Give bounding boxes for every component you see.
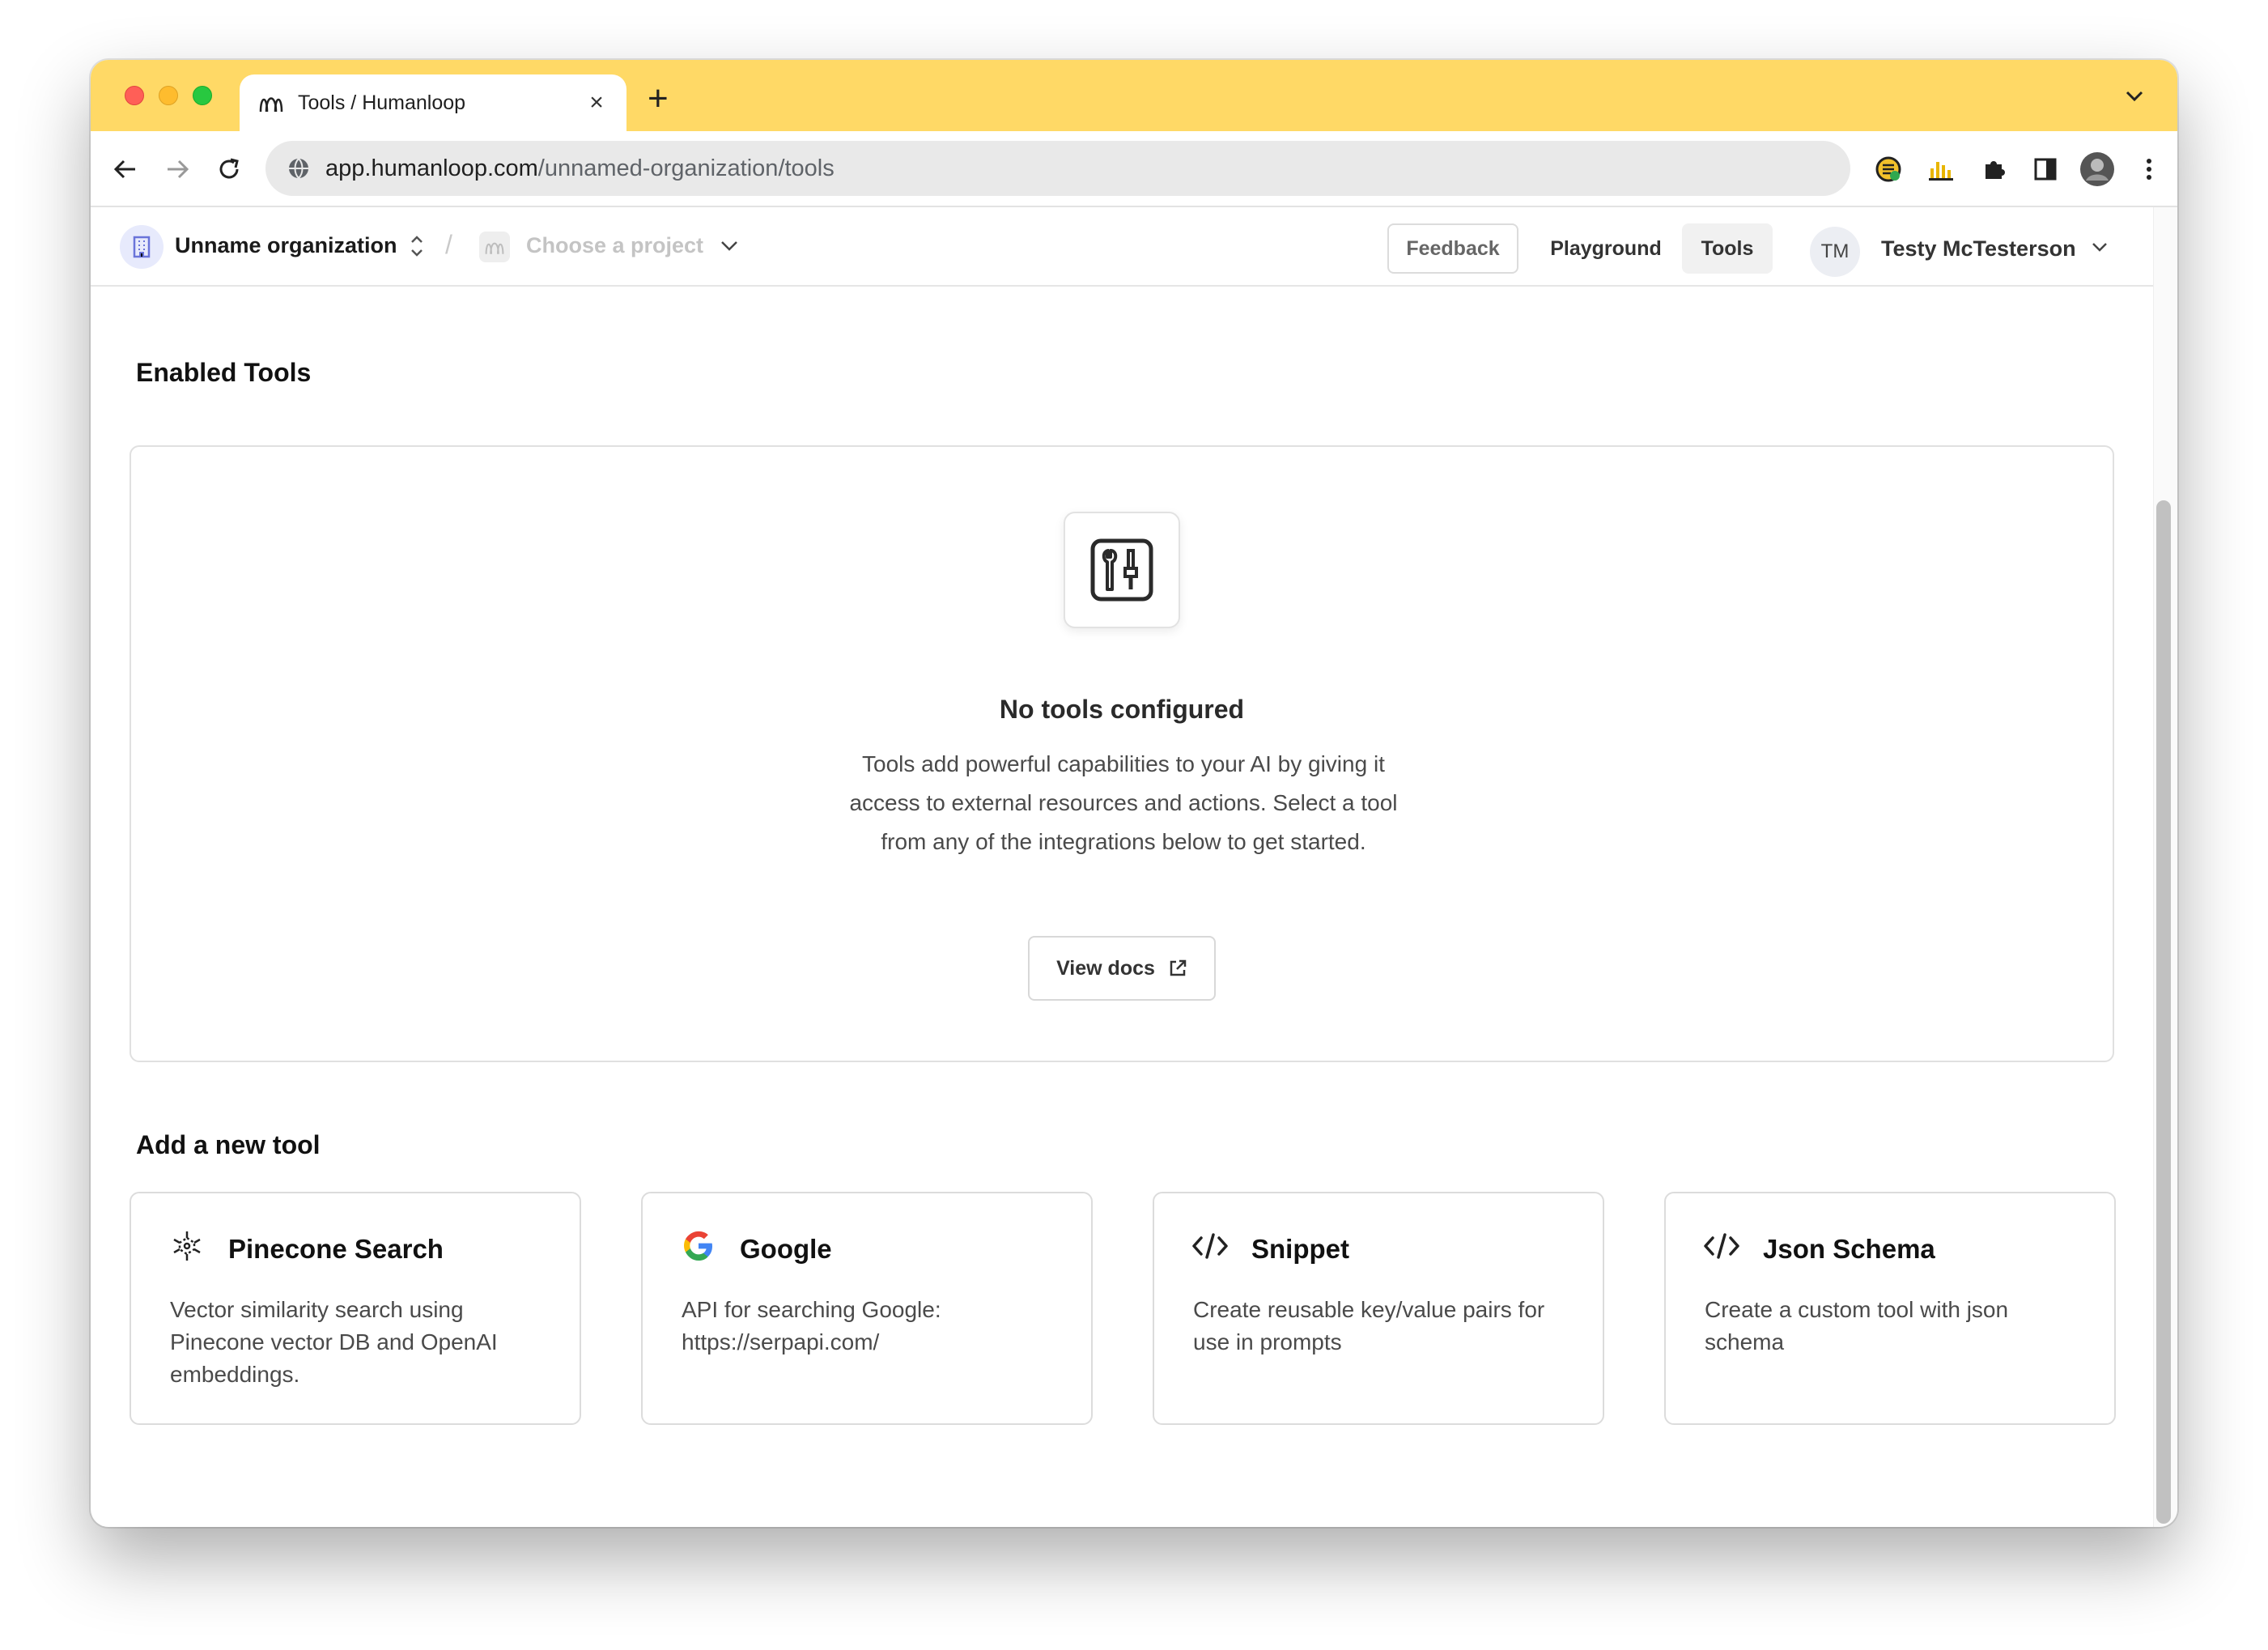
code-icon <box>1703 1227 1740 1265</box>
tab-strip: Tools / Humanloop × + <box>91 60 2177 131</box>
puzzle-icon <box>1986 161 2005 179</box>
url-path: /unnamed-organization/tools <box>537 155 835 181</box>
side-panel-button[interactable] <box>2027 151 2064 188</box>
code-brackets-svg <box>1704 1233 1739 1259</box>
window-controls <box>125 86 212 105</box>
minimize-window-button[interactable] <box>159 86 178 105</box>
tools-wrench-screwdriver-icon <box>1090 538 1153 602</box>
external-link-icon <box>1170 959 1187 976</box>
tool-description: Create reusable key/value pairs for use … <box>1193 1297 1545 1354</box>
url-host: app.humanloop.com <box>325 155 538 181</box>
site-info-icon[interactable] <box>287 156 311 181</box>
view-docs-label: View docs <box>1056 956 1155 980</box>
tool-name: Json Schema <box>1763 1234 1935 1264</box>
screenshot-stage: Tools / Humanloop × + app.humanloop.com … <box>0 0 2268 1650</box>
bar-chart-icon <box>1929 162 1953 181</box>
profile-button[interactable] <box>2079 151 2116 188</box>
back-arrow-icon <box>113 159 135 179</box>
tool-description: API for searching Google: https://serpap… <box>682 1297 941 1354</box>
tool-card-snippet[interactable]: Snippet Create reusable key/value pairs … <box>1153 1192 1604 1425</box>
tool-name: Google <box>740 1234 832 1264</box>
profile-avatar-icon <box>2080 152 2114 186</box>
feedback-button[interactable]: Feedback <box>1387 223 1518 274</box>
add-tool-heading: Add a new tool <box>136 1130 321 1159</box>
breadcrumb-separator: / <box>445 230 452 259</box>
empty-state-description: Tools add powerful capabilities to your … <box>849 751 1398 854</box>
humanloop-favicon-icon <box>259 97 283 113</box>
reload-button[interactable] <box>210 151 248 188</box>
tool-card-pinecone[interactable]: Pinecone Search Vector similarity search… <box>130 1192 581 1425</box>
tool-card-json-schema[interactable]: Json Schema Create a custom tool with js… <box>1664 1192 2116 1425</box>
user-menu-chevron-icon[interactable] <box>2090 240 2109 254</box>
chevron-up-down-icon[interactable] <box>408 232 426 261</box>
code-brackets-svg <box>1192 1233 1228 1259</box>
google-icon <box>680 1227 717 1265</box>
browser-menu-button[interactable] <box>2130 151 2168 188</box>
extension-badge-icon <box>1875 156 1901 182</box>
tools-nav-link[interactable]: Tools <box>1682 223 1773 274</box>
extension-bars-button[interactable] <box>1923 151 1960 188</box>
tool-description: Vector similarity search using Pinecone … <box>170 1297 498 1387</box>
close-window-button[interactable] <box>125 86 144 105</box>
more-vertical-icon <box>2147 159 2151 180</box>
tab-search-chevron-icon[interactable] <box>2124 87 2145 104</box>
org-name[interactable]: Unname organization <box>175 233 397 258</box>
browser-window: Tools / Humanloop × + app.humanloop.com … <box>91 60 2177 1527</box>
code-icon <box>1191 1227 1229 1265</box>
app-header: Unname organization / Choose a project F… <box>91 207 2153 287</box>
tool-name: Snippet <box>1251 1234 1349 1264</box>
forward-arrow-icon <box>168 159 189 179</box>
scrollbar-thumb[interactable] <box>2156 500 2171 1524</box>
side-panel-icon <box>2034 158 2057 181</box>
google-logo-svg <box>684 1231 712 1261</box>
reload-icon <box>219 158 239 179</box>
user-avatar[interactable]: TM <box>1810 227 1860 277</box>
tab-close-button[interactable]: × <box>584 89 609 117</box>
pinecone-icon <box>168 1227 206 1265</box>
empty-state-card: No tools configured Tools add powerful c… <box>130 445 2114 1062</box>
back-button[interactable] <box>107 151 144 188</box>
pinecone-logo-svg <box>173 1231 201 1261</box>
browser-tab-active[interactable]: Tools / Humanloop × <box>240 74 626 131</box>
enabled-tools-heading: Enabled Tools <box>136 358 312 387</box>
humanloop-logo-icon <box>485 242 504 254</box>
playground-nav-link[interactable]: Playground <box>1536 223 1676 274</box>
user-name[interactable]: Testy McTesterson <box>1881 236 2076 262</box>
tab-title: Tools / Humanloop <box>298 91 466 114</box>
empty-state-title: No tools configured <box>999 695 1245 724</box>
extension-circle-button[interactable] <box>1870 151 1907 188</box>
org-avatar[interactable] <box>120 225 164 269</box>
chevron-down-icon[interactable] <box>719 238 740 254</box>
view-docs-button[interactable]: View docs <box>1028 936 1216 1001</box>
extensions-button[interactable] <box>1975 151 2012 188</box>
tool-card-google[interactable]: Google API for searching Google: https:/… <box>641 1192 1093 1425</box>
project-selector[interactable]: Choose a project <box>526 233 703 258</box>
forward-button[interactable] <box>159 151 196 188</box>
project-icon <box>479 232 510 262</box>
building-icon <box>133 236 151 258</box>
tool-description: Create a custom tool with json schema <box>1705 1297 2009 1354</box>
maximize-window-button[interactable] <box>193 86 212 105</box>
new-tab-button[interactable]: + <box>648 81 669 117</box>
browser-toolbar: app.humanloop.com/unnamed-organization/t… <box>91 131 2177 207</box>
tool-name: Pinecone Search <box>228 1234 444 1264</box>
tools-empty-icon-box <box>1064 512 1180 628</box>
address-bar[interactable]: app.humanloop.com/unnamed-organization/t… <box>265 141 1850 196</box>
